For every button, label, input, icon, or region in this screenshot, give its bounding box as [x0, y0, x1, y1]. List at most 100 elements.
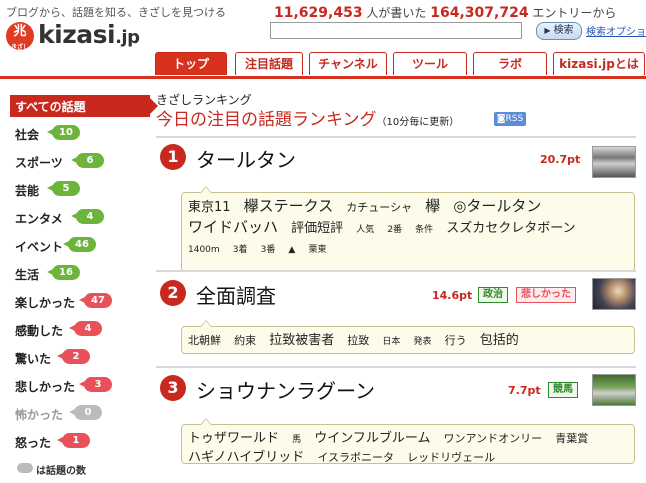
category-badge[interactable]: 政治: [478, 287, 508, 303]
topic-count-badge: 3: [79, 377, 112, 392]
rank-number: 2: [160, 280, 186, 306]
topic-count-badge: 0: [69, 405, 102, 420]
rank-number: 1: [160, 144, 186, 170]
keyword-link[interactable]: ウインフルブルーム: [314, 431, 430, 446]
tab-channels[interactable]: チャンネル: [309, 52, 387, 75]
sidebar-item-entame[interactable]: エンタメ 4: [10, 207, 150, 229]
site-logo[interactable]: 兆 きざし kizasi.jp: [6, 20, 146, 52]
keyword-link[interactable]: 欅ステークス: [244, 197, 334, 215]
keyword-link[interactable]: 1400m: [188, 245, 220, 255]
site-tagline: ブログから、話題を知る、きざしを見つける: [6, 6, 226, 19]
keyword-link[interactable]: 評価短評: [291, 221, 343, 236]
keyword-link[interactable]: 拉致: [347, 334, 369, 347]
sidebar-item-society[interactable]: 社会 10: [10, 123, 150, 145]
writers-count: 11,629,453: [274, 5, 363, 21]
topic-count-badge: 4: [71, 209, 104, 224]
keyword-link[interactable]: 約束: [234, 334, 256, 347]
keyword-link[interactable]: 東京11: [188, 200, 231, 215]
sidebar-item-entertainment-celeb[interactable]: 芸能 5: [10, 179, 150, 201]
rss-icon: ◙: [496, 114, 506, 124]
sidebar-item-moved[interactable]: 感動した 4: [10, 319, 150, 341]
sidebar-item-surprised[interactable]: 驚いた 2: [10, 347, 150, 369]
keyword-link[interactable]: カチューシャ: [346, 201, 412, 214]
topic-count-badge: 16: [47, 265, 80, 280]
keyword-link[interactable]: 人気: [356, 225, 374, 235]
site-stats: 11,629,453 人が書いた 164,307,724 エントリーから: [274, 4, 616, 21]
sidebar-item-sad[interactable]: 悲しかった 3: [10, 375, 150, 397]
topic-thumbnail[interactable]: [592, 374, 636, 406]
sidebar-item-fun[interactable]: 楽しかった 47: [10, 291, 150, 313]
entries-label: エントリーから: [532, 6, 617, 20]
topic-title-link[interactable]: 全面調査: [196, 280, 276, 309]
search-options-link[interactable]: 検索オプション: [586, 23, 646, 38]
keyword-link[interactable]: ワイドバッハ: [188, 218, 278, 236]
keyword-link[interactable]: 2番: [387, 225, 402, 235]
topic-title-link[interactable]: タールタン: [196, 144, 296, 173]
topic-points: 14.6pt: [432, 289, 473, 302]
keyword-link[interactable]: 発表: [414, 337, 432, 347]
logo-wordmark: kizasi.jp: [38, 20, 140, 49]
keyword-cloud: トゥザワールド 馬 ウインフルブルーム ワンアンドオンリー 青葉賞 ハギノハイブ…: [181, 418, 635, 465]
tab-hot-topics[interactable]: 注目話題: [235, 52, 303, 75]
keyword-link[interactable]: 3番: [261, 245, 276, 255]
tab-lab[interactable]: ラボ: [473, 52, 547, 75]
count-legend: は話題の数: [17, 462, 86, 477]
keyword-link[interactable]: レッドリヴェール: [407, 451, 495, 464]
writers-label: 人が書いた: [366, 6, 427, 20]
keyword-link[interactable]: 馬: [292, 435, 301, 445]
search-input[interactable]: [270, 22, 522, 39]
keyword-link[interactable]: スズカセクレタボーン: [446, 221, 575, 236]
keyword-link[interactable]: 日本: [382, 337, 400, 347]
topic-points: 20.7pt: [540, 153, 581, 166]
logo-kizasi-mark-icon: 兆 きざし: [6, 22, 34, 51]
sidebar-item-life[interactable]: 生活 16: [10, 263, 150, 285]
keyword-link[interactable]: 条件: [415, 225, 433, 235]
keyword-link[interactable]: ▲: [288, 245, 295, 255]
topic-title-link[interactable]: ショウナンラグーン: [196, 375, 375, 404]
sidebar-item-sports[interactable]: スポーツ 6: [10, 151, 150, 173]
rank-divider: [156, 136, 636, 138]
keyword-link[interactable]: トゥザワールド: [188, 431, 279, 446]
topic-count-badge: 47: [79, 293, 112, 308]
emotion-badge[interactable]: 悲しかった: [516, 287, 576, 303]
keyword-link[interactable]: 栗東: [308, 245, 326, 255]
rank-number: 3: [160, 375, 186, 401]
topic-count-badge: 2: [57, 349, 90, 364]
keyword-link[interactable]: 欅: [425, 197, 440, 215]
search-button[interactable]: ▶ 検索: [536, 22, 582, 40]
tab-tools[interactable]: ツール: [393, 52, 467, 75]
main-nav-tabs: トップ 注目話題 チャンネル ツール ラボ kizasi.jpとは: [155, 52, 646, 76]
category-badge[interactable]: 競馬: [548, 382, 578, 398]
keyword-cloud: 東京11 欅ステークス カチューシャ 欅 ◎タールタン ワイドバッハ 評価短評 …: [181, 186, 635, 272]
keyword-link[interactable]: ワンアンドオンリー: [444, 432, 543, 445]
keyword-link[interactable]: 北朝鮮: [188, 334, 221, 347]
topic-thumbnail[interactable]: [592, 278, 636, 310]
topic-count-badge: 10: [47, 125, 80, 140]
topic-count-badge: 46: [63, 237, 96, 252]
play-arrow-icon: ▶: [544, 26, 551, 35]
topic-count-badge: 5: [47, 181, 80, 196]
topic-count-badge: 6: [71, 153, 104, 168]
sidebar-item-all[interactable]: すべての話題: [10, 95, 158, 117]
keyword-link[interactable]: ◎タールタン: [453, 197, 541, 215]
tab-about[interactable]: kizasi.jpとは: [553, 52, 645, 75]
sidebar-item-events[interactable]: イベント 46: [10, 235, 150, 257]
update-note: （10分毎に更新）: [376, 117, 460, 128]
entries-count: 164,307,724: [430, 5, 529, 21]
keyword-link[interactable]: 包括的: [480, 333, 519, 348]
tab-top[interactable]: トップ: [155, 52, 227, 75]
keyword-link[interactable]: 青葉賞: [555, 432, 588, 445]
topic-thumbnail[interactable]: [592, 146, 636, 178]
keyword-link[interactable]: イスラボニータ: [317, 451, 394, 464]
page-title: 今日の注目の話題ランキング（10分毎に更新）: [156, 110, 460, 130]
keyword-link[interactable]: 行う: [445, 334, 467, 347]
topic-count-badge: 4: [69, 321, 102, 336]
bubble-icon: [17, 463, 33, 473]
rss-button[interactable]: ◙RSS: [494, 112, 526, 126]
keyword-cloud: 北朝鮮 約束 拉致被害者 拉致 日本 発表 行う 包括的: [181, 320, 635, 354]
sidebar-item-angry[interactable]: 怒った 1: [10, 431, 150, 453]
keyword-link[interactable]: ハギノハイブリッド: [188, 450, 304, 465]
keyword-link[interactable]: 3着: [233, 245, 248, 255]
keyword-link[interactable]: 拉致被害者: [269, 333, 334, 348]
sidebar-item-scared[interactable]: 怖かった 0: [10, 403, 150, 425]
